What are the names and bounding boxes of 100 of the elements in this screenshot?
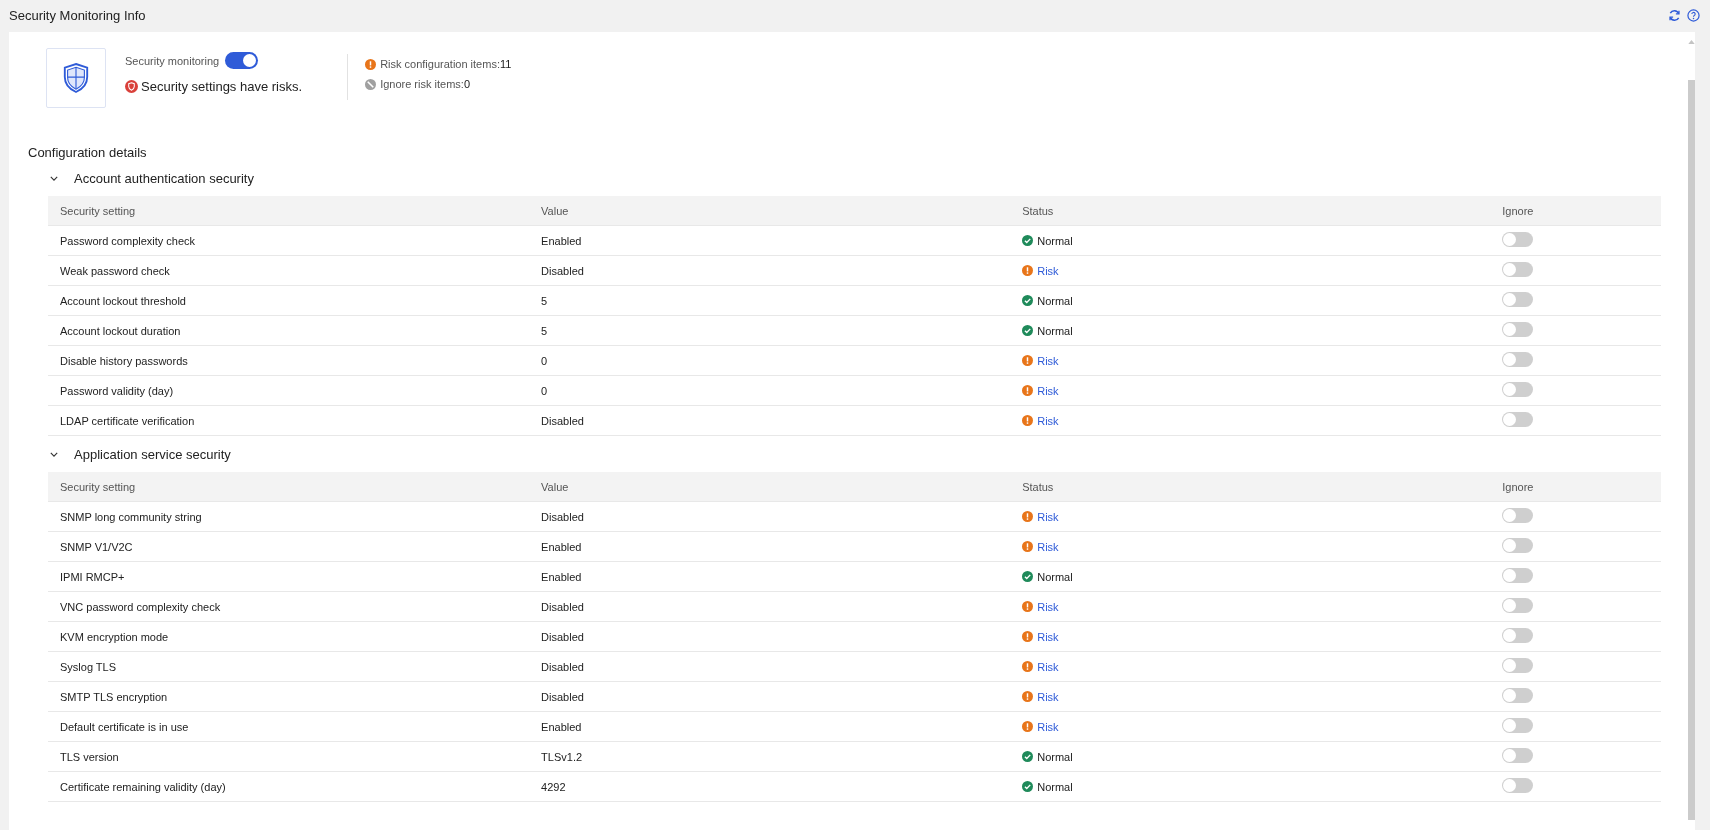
ignore-count-text: Ignore risk items:0 (380, 78, 470, 90)
ignore-toggle[interactable] (1502, 748, 1534, 763)
check-circle-icon (1022, 325, 1034, 336)
column-header: Value (541, 480, 570, 493)
column-header: Ignore (1502, 480, 1535, 493)
risk-link[interactable]: Risk (1037, 630, 1059, 643)
risk-link[interactable]: Risk (1037, 660, 1059, 673)
ignore-toggle[interactable] (1502, 292, 1534, 307)
ignore-toggle[interactable] (1502, 412, 1534, 427)
table-cell-text: Certificate remaining validity (day) (60, 780, 227, 793)
table-cell-text: IPMI RMCP+ (60, 570, 126, 583)
status-text: Normal (1037, 780, 1073, 793)
table-cell-text: 0 (541, 384, 549, 397)
status-text: Normal (1037, 294, 1073, 307)
ignore-toggle[interactable] (1502, 232, 1534, 247)
warning-icon (1022, 721, 1034, 732)
status-text: Normal (1037, 324, 1073, 337)
risk-link[interactable]: Risk (1037, 384, 1059, 397)
check-circle-icon (1022, 235, 1034, 246)
blocked-icon (365, 78, 377, 90)
ignore-toggle[interactable] (1502, 352, 1534, 367)
table-cell-text: Password validity (day) (60, 384, 175, 397)
table-cell-text: Disabled (541, 660, 585, 673)
ignore-toggle[interactable] (1502, 658, 1534, 673)
column-header: Security setting (60, 204, 137, 217)
monitoring-toggle[interactable] (225, 52, 259, 69)
ignore-toggle[interactable] (1502, 568, 1534, 583)
table-cell-text: LDAP certificate verification (60, 414, 196, 427)
table-cell-text: Password complexity check (60, 234, 197, 247)
column-header: Status (1022, 480, 1055, 493)
status-text: Normal (1037, 570, 1073, 583)
warning-icon (1022, 415, 1034, 426)
table-cell-text: KVM encryption mode (60, 630, 170, 643)
warning-icon (1022, 691, 1034, 702)
table-cell-text: Disabled (541, 510, 585, 523)
section-heading: Configuration details (28, 145, 148, 160)
status-text: Normal (1037, 750, 1073, 763)
ignore-toggle[interactable] (1502, 538, 1534, 553)
ignore-toggle[interactable] (1502, 778, 1534, 793)
column-header: Security setting (60, 480, 137, 493)
table-cell-text: Enabled (541, 570, 583, 583)
table-cell-text: TLS version (60, 750, 120, 763)
ignore-toggle[interactable] (1502, 628, 1534, 643)
check-circle-icon (1022, 751, 1034, 762)
page-title: Security Monitoring Info (9, 7, 146, 23)
table-cell-text: 5 (541, 324, 549, 337)
table-cell-text: Weak password check (60, 264, 171, 277)
security-state-text: Security settings have risks. (141, 79, 303, 94)
risk-link[interactable]: Risk (1037, 600, 1059, 613)
scroll-up-icon[interactable] (1687, 40, 1695, 44)
column-header: Value (541, 204, 570, 217)
risk-link[interactable]: Risk (1037, 540, 1059, 553)
check-circle-icon (1022, 295, 1034, 306)
chevron-icon[interactable] (50, 175, 58, 181)
ignore-toggle[interactable] (1502, 598, 1534, 613)
table-cell-text: Disabled (541, 600, 585, 613)
table-cell-text: Enabled (541, 720, 583, 733)
table-cell-text: Enabled (541, 234, 583, 247)
risk-link[interactable]: Risk (1037, 354, 1059, 367)
chevron-icon[interactable] (50, 451, 58, 457)
risk-link[interactable]: Risk (1037, 264, 1059, 277)
scrollbar-thumb[interactable] (1687, 80, 1695, 820)
table-cell-text: 4292 (541, 780, 567, 793)
risk-link[interactable]: Risk (1037, 690, 1059, 703)
table-cell-text: Syslog TLS (60, 660, 118, 673)
risk-link[interactable]: Risk (1037, 414, 1059, 427)
table-cell-text: SNMP V1/V2C (60, 540, 134, 553)
refresh-icon[interactable] (1668, 8, 1681, 22)
risk-count-text: Risk configuration items:11 (380, 58, 512, 70)
warning-icon (1022, 355, 1034, 366)
table-cell-text: Enabled (541, 540, 583, 553)
warning-icon (1022, 541, 1034, 552)
check-circle-icon (1022, 571, 1034, 582)
group-title: Account authentication security (74, 170, 254, 186)
shield-alert-icon (125, 80, 138, 93)
shield-icon (46, 48, 106, 108)
ignore-toggle[interactable] (1502, 688, 1534, 703)
table-cell-text: SNMP long community string (60, 510, 203, 523)
table-cell-text: SMTP TLS encryption (60, 690, 169, 703)
table-cell-text: VNC password complexity check (60, 600, 222, 613)
column-header: Ignore (1502, 204, 1535, 217)
status-text: Normal (1037, 234, 1073, 247)
table-cell-text: 5 (541, 294, 549, 307)
ignore-toggle[interactable] (1502, 508, 1534, 523)
ignore-toggle[interactable] (1502, 382, 1534, 397)
warning-icon (1022, 601, 1034, 612)
risk-link[interactable]: Risk (1037, 720, 1059, 733)
ignore-toggle[interactable] (1502, 718, 1534, 733)
table-cell-text: Default certificate is in use (60, 720, 190, 733)
ignore-toggle[interactable] (1502, 322, 1534, 337)
table-cell-text: Disabled (541, 414, 585, 427)
warning-icon (1022, 631, 1034, 642)
help-icon[interactable] (1687, 8, 1700, 22)
table-cell-text: Disabled (541, 690, 585, 703)
column-header: Status (1022, 204, 1055, 217)
warning-icon (365, 58, 377, 70)
risk-link[interactable]: Risk (1037, 510, 1059, 523)
ignore-toggle[interactable] (1502, 262, 1534, 277)
table-cell-text: Disable history passwords (60, 354, 189, 367)
warning-icon (1022, 265, 1034, 276)
